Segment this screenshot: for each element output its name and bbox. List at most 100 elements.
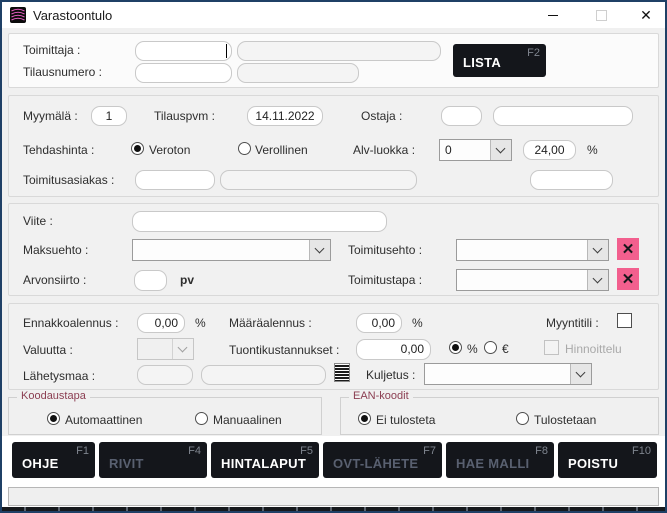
toimitustapa-select[interactable] — [456, 269, 609, 291]
valuutta-select — [137, 338, 194, 360]
titlebar: Varastoontulo ✕ — [2, 2, 665, 28]
ennakkoalennus-input[interactable]: 0,00 — [137, 313, 185, 333]
tulostetaan-radio[interactable] — [516, 412, 529, 425]
terms-section: Viite : Maksuehto : Toimitusehto : ✕ Arv… — [8, 203, 659, 296]
myyntitili-checkbox[interactable] — [617, 313, 632, 328]
toimitustapa-label: Toimitustapa : — [348, 273, 422, 287]
minimize-button[interactable] — [540, 2, 566, 28]
chevron-down-icon — [587, 240, 608, 260]
kuljetus-select[interactable] — [424, 363, 592, 385]
tuonti-euro-label: € — [502, 342, 509, 356]
window-title: Varastoontulo — [33, 8, 112, 23]
koodaustapa-group-title: Koodaustapa — [17, 390, 90, 402]
valuutta-label: Valuutta : — [23, 343, 73, 357]
tilauspvm-input[interactable]: 14.11.2022 — [247, 106, 323, 126]
myymala-input[interactable]: 1 — [91, 106, 127, 126]
chevron-down-icon — [172, 339, 193, 359]
background-window-strip — [2, 507, 665, 511]
arvonsiirto-label: Arvonsiirto : — [23, 273, 86, 287]
hae-malli-button: HAE MALLI F8 — [446, 442, 554, 478]
supplier-section: Toimittaja : Tilausnumero : LISTA F2 — [8, 33, 659, 88]
tuontikustannukset-label: Tuontikustannukset : — [229, 343, 339, 357]
hae-malli-button-fkey: F8 — [535, 445, 548, 457]
ei-tulosteta-radio[interactable] — [358, 412, 371, 425]
lista-button-label: LISTA — [463, 55, 501, 70]
toimittaja-code-input[interactable] — [135, 41, 232, 61]
manuaalinen-radio[interactable] — [195, 412, 208, 425]
hintalaput-button[interactable]: HINTALAPUT F5 — [211, 442, 319, 478]
chevron-down-icon — [570, 364, 591, 384]
alv-percent-input[interactable]: 24,00 — [523, 140, 576, 160]
toimitusehto-label: Toimitusehto : — [348, 243, 422, 257]
varastoontulo-window: Varastoontulo ✕ Toimittaja : Tilausnumer… — [0, 0, 667, 513]
verollinen-radio[interactable] — [238, 142, 251, 155]
clear-x-icon: ✕ — [622, 240, 635, 258]
alv-luokka-value: 0 — [445, 143, 452, 157]
country-list-icon[interactable] — [334, 363, 350, 382]
tilausnumero-input[interactable] — [135, 63, 232, 83]
chevron-down-icon — [309, 240, 330, 260]
kuljetus-label: Kuljetus : — [366, 368, 415, 382]
order-section: Myymälä : 1 Tilauspvm : 14.11.2022 Ostaj… — [8, 95, 659, 197]
lista-button[interactable]: LISTA F2 — [453, 44, 546, 77]
ennakkoalennus-label: Ennakkoalennus : — [23, 316, 118, 330]
poistu-button-label: POISTU — [568, 456, 618, 471]
toimitusasiakas-label: Toimitusasiakas : — [23, 173, 114, 187]
lista-button-fkey: F2 — [527, 47, 540, 59]
maksuehto-select[interactable] — [132, 239, 331, 261]
tuonti-euro-radio[interactable] — [484, 341, 497, 354]
viite-label: Viite : — [23, 214, 53, 228]
automaattinen-label: Automaattinen — [65, 413, 142, 427]
maksuehto-label: Maksuehto : — [23, 243, 88, 257]
toimitusehto-clear-button[interactable]: ✕ — [617, 238, 639, 260]
verollinen-label: Verollinen — [255, 143, 308, 157]
lahetysmaa-name-field — [201, 365, 326, 385]
chevron-down-icon — [587, 270, 608, 290]
arvonsiirto-input[interactable] — [134, 270, 167, 291]
automaattinen-radio[interactable] — [47, 412, 60, 425]
tilausnumero-extra-field — [237, 63, 359, 83]
toimitustapa-clear-button[interactable]: ✕ — [617, 268, 639, 290]
tuontikustannukset-input[interactable]: 0,00 — [356, 339, 431, 360]
ohje-button-label: OHJE — [22, 456, 59, 471]
koodaustapa-group: Koodaustapa Automaattinen Manuaalinen — [8, 397, 322, 435]
ostaja-name-input[interactable] — [493, 106, 633, 126]
maximize-icon — [596, 10, 607, 21]
status-bar — [8, 487, 659, 506]
tuonti-percent-radio[interactable] — [449, 341, 462, 354]
viite-input[interactable] — [132, 211, 387, 232]
rivit-button-fkey: F4 — [188, 445, 201, 457]
pv-label: pv — [180, 273, 194, 287]
rivit-button: RIVIT F4 — [99, 442, 207, 478]
maaraalennus-input[interactable]: 0,00 — [356, 313, 402, 333]
toimitusasiakas-code-input[interactable] — [135, 170, 215, 190]
close-button[interactable]: ✕ — [632, 2, 660, 28]
maaraalennus-label: Määräalennus : — [229, 316, 312, 330]
toimittaja-label: Toimittaja : — [23, 43, 80, 57]
hintalaput-button-label: HINTALAPUT — [221, 456, 306, 471]
ohje-button-fkey: F1 — [76, 445, 89, 457]
rivit-button-label: RIVIT — [109, 456, 144, 471]
ean-koodit-group: EAN-koodit Ei tulosteta Tulostetaan — [340, 397, 659, 435]
toimitusehto-select[interactable] — [456, 239, 609, 261]
veroton-radio[interactable] — [131, 142, 144, 155]
ostaja-code-input[interactable] — [441, 106, 482, 126]
alv-luokka-label: Alv-luokka : — [353, 143, 415, 157]
myymala-label: Myymälä : — [23, 109, 78, 123]
maaraalennus-percent-sign: % — [412, 316, 423, 330]
ovt-lahete-button: OVT-LÄHETE F7 — [323, 442, 442, 478]
clear-x-icon: ✕ — [622, 270, 635, 288]
poistu-button[interactable]: POISTU F10 — [558, 442, 657, 478]
hae-malli-button-label: HAE MALLI — [456, 456, 529, 471]
maximize-button[interactable] — [588, 2, 614, 28]
minimize-icon — [548, 15, 558, 16]
alv-luokka-select[interactable]: 0 — [439, 139, 512, 161]
toimitusasiakas-name-field — [220, 170, 417, 190]
ei-tulosteta-label: Ei tulosteta — [376, 413, 435, 427]
ohje-button[interactable]: OHJE F1 — [12, 442, 95, 478]
hinnoittelu-checkbox — [544, 340, 559, 355]
toimitusasiakas-extra-input[interactable] — [530, 170, 613, 190]
app-icon — [10, 7, 26, 23]
hinnoittelu-label: Hinnoittelu — [565, 342, 622, 356]
lahetysmaa-label: Lähetysmaa : — [23, 369, 95, 383]
